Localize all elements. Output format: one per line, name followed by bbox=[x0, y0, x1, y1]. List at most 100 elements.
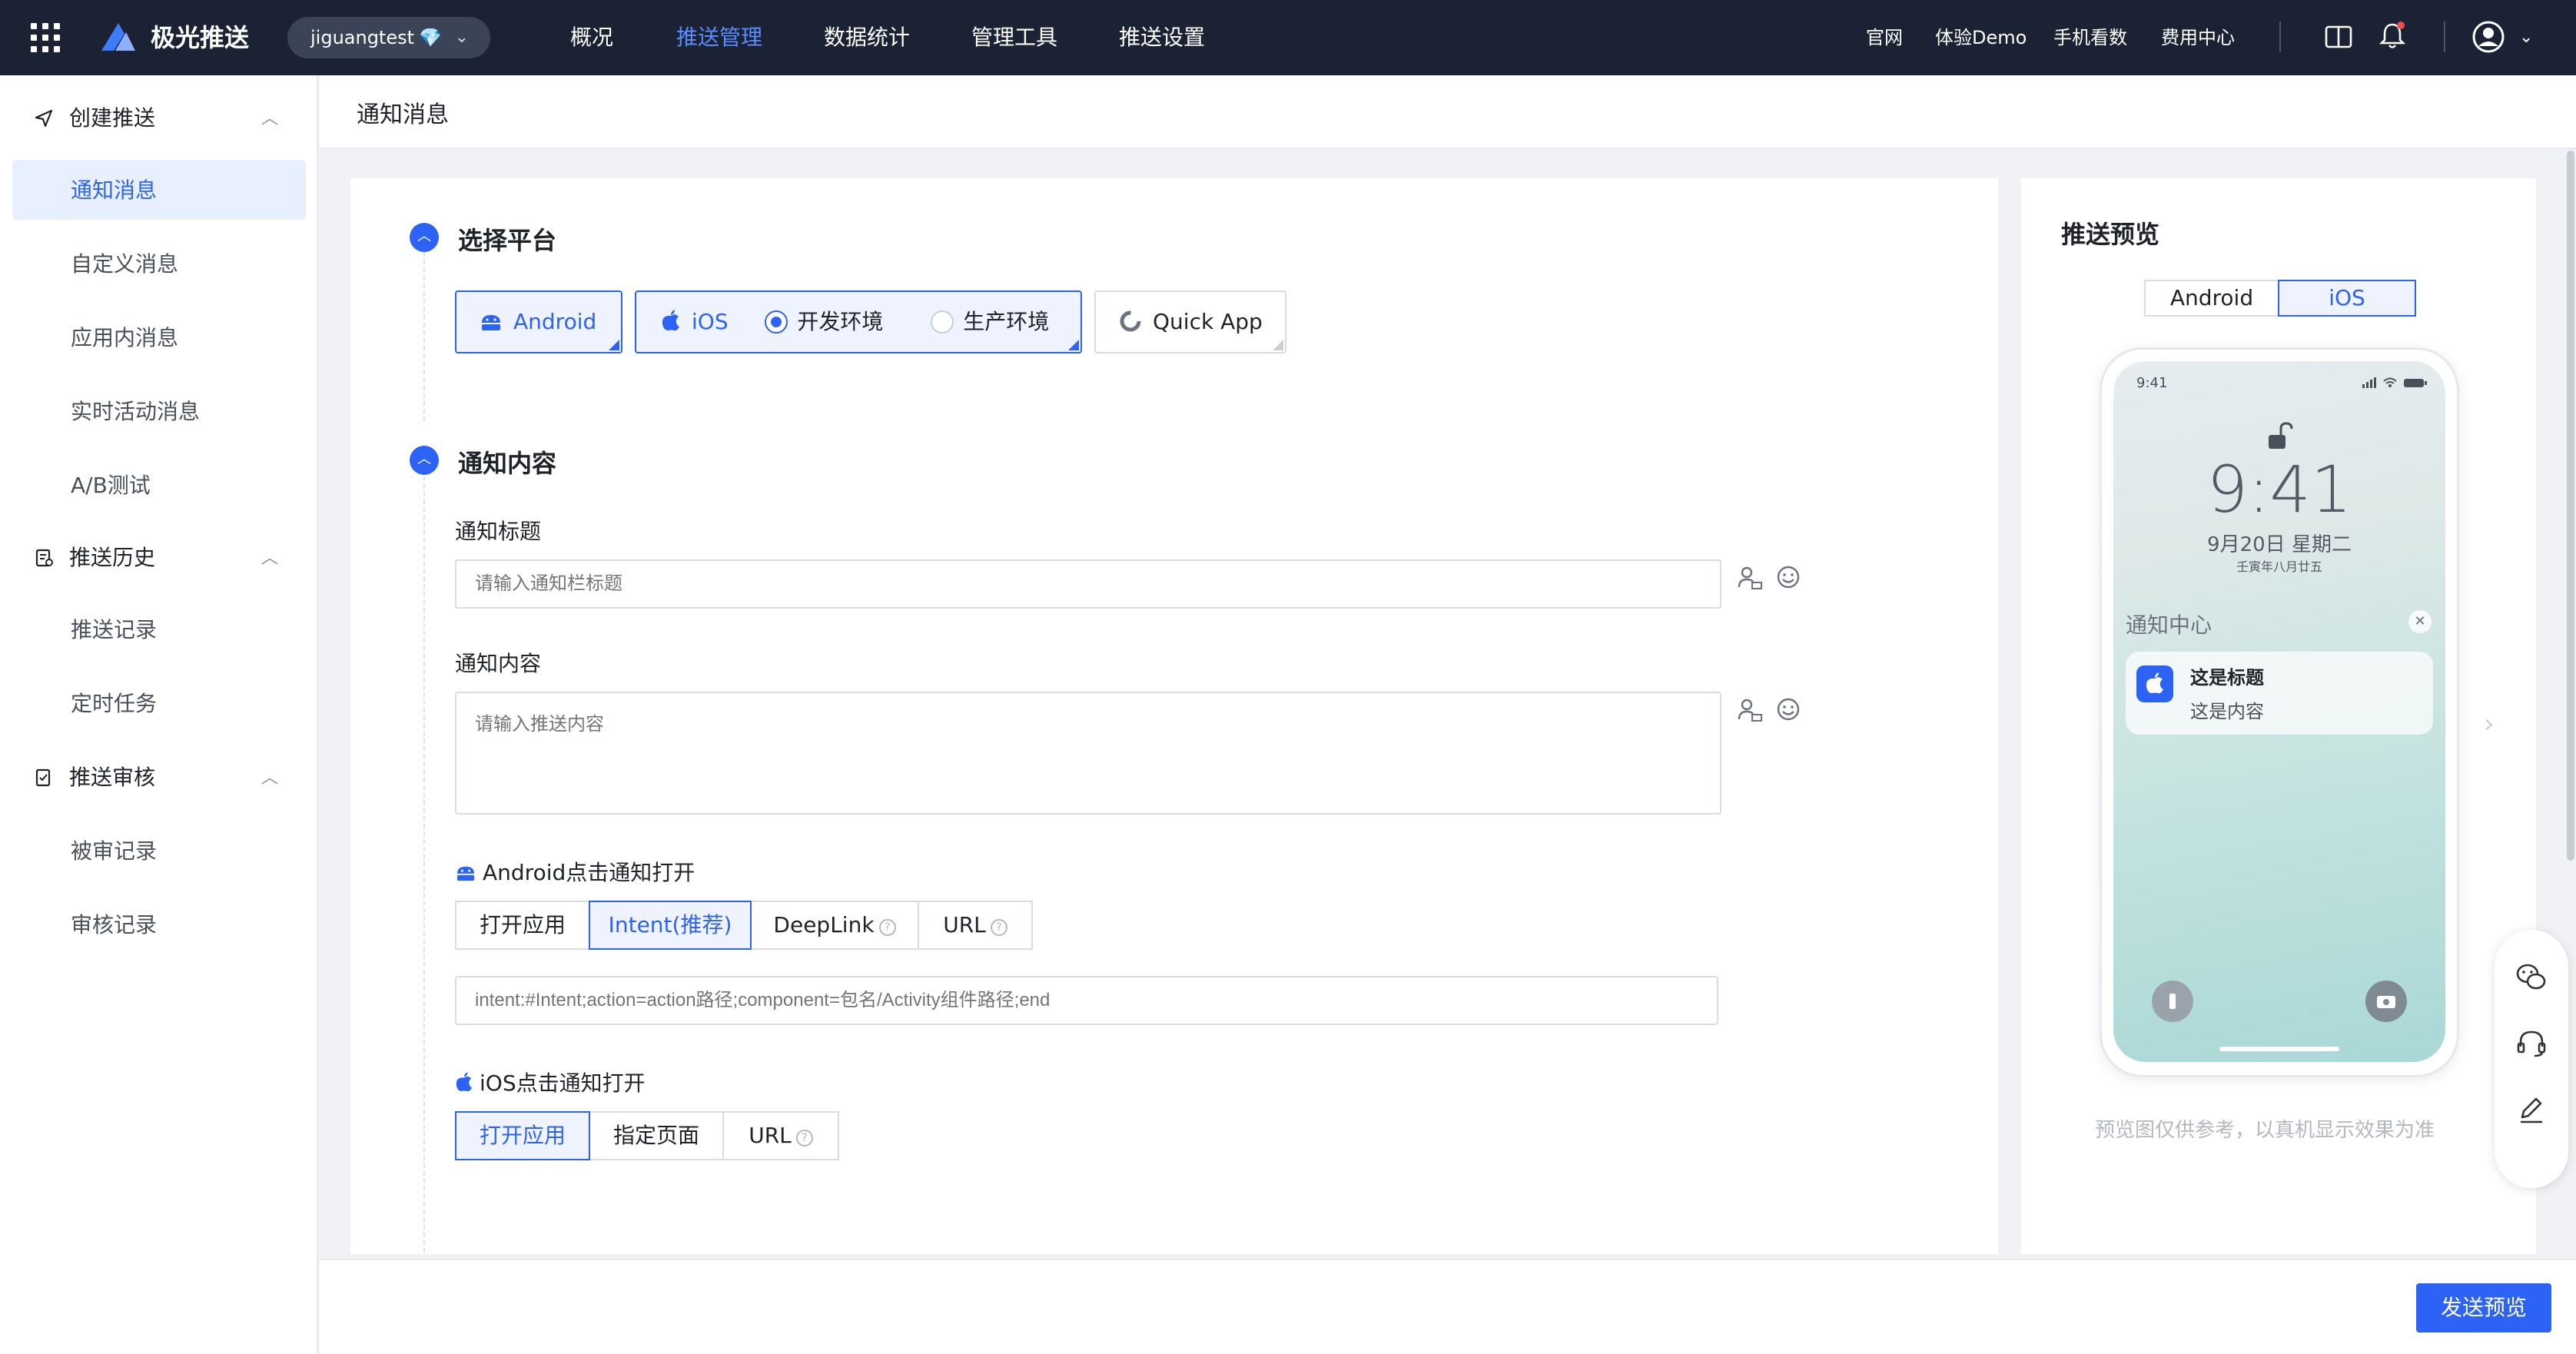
sidebar-item-push-records[interactable]: 推送记录 bbox=[71, 615, 157, 645]
notification-body-label: 通知内容 bbox=[455, 651, 542, 676]
insert-variable-icon[interactable] bbox=[1737, 696, 1763, 722]
nav-overview[interactable]: 概况 bbox=[570, 0, 613, 75]
page-title: 通知消息 bbox=[357, 101, 449, 128]
page-header bbox=[320, 75, 2576, 149]
link-mobile-view[interactable]: 手机看数 bbox=[2053, 0, 2127, 75]
notification-title: 这是标题 bbox=[2190, 667, 2264, 689]
section-connector bbox=[423, 252, 425, 421]
ios-option-specific-page[interactable]: 指定页面 bbox=[589, 1111, 724, 1160]
lock-date: 9月20日 星期二 bbox=[2207, 533, 2352, 556]
book-icon[interactable] bbox=[2324, 23, 2353, 51]
brand-logo[interactable] bbox=[98, 20, 138, 54]
android-option-open-app[interactable]: 打开应用 bbox=[455, 901, 590, 950]
ios-click-label: iOS点击通知打开 bbox=[455, 1067, 646, 1097]
sidebar-item-audit-records[interactable]: 审核记录 bbox=[71, 910, 157, 941]
section-connector bbox=[423, 476, 425, 1253]
chevron-right-icon[interactable]: › bbox=[2484, 709, 2495, 739]
radio-prod-env[interactable] bbox=[931, 310, 954, 334]
notification-title-label: 通知标题 bbox=[455, 519, 542, 544]
account-name: jiguangtest bbox=[310, 27, 415, 48]
platform-ios-button[interactable]: iOS 开发环境 生产环境 bbox=[635, 290, 1082, 353]
chevron-up-icon[interactable]: ︿ bbox=[261, 544, 278, 569]
help-icon[interactable]: ? bbox=[990, 919, 1007, 936]
close-icon[interactable]: ✕ bbox=[2408, 610, 2432, 633]
android-option-intent[interactable]: Intent(推荐) bbox=[589, 901, 752, 950]
brand-name[interactable]: 极光推送 bbox=[151, 0, 249, 75]
chevron-down-icon[interactable]: ⌄ bbox=[2519, 0, 2533, 75]
send-preview-button[interactable]: 发送预览 bbox=[2416, 1283, 2551, 1332]
sidebar-item-reviewed-records[interactable]: 被审记录 bbox=[71, 836, 157, 867]
radio-dev-env[interactable] bbox=[765, 310, 788, 334]
sidebar-group-label: 推送审核 bbox=[69, 765, 156, 790]
bell-icon[interactable] bbox=[2378, 20, 2407, 51]
link-billing[interactable]: 费用中心 bbox=[2161, 0, 2235, 75]
preview-tab-android[interactable]: Android bbox=[2144, 280, 2279, 317]
collapse-section-icon[interactable]: ︿ bbox=[410, 223, 439, 252]
wechat-icon[interactable] bbox=[2515, 961, 2548, 994]
preview-tab-ios[interactable]: iOS bbox=[2278, 280, 2416, 317]
nav-statistics[interactable]: 数据统计 bbox=[824, 0, 910, 75]
preview-title: 推送预览 bbox=[2061, 220, 2160, 249]
notification-body-textarea[interactable] bbox=[455, 692, 1721, 815]
chevron-up-icon[interactable]: ︿ bbox=[261, 764, 278, 788]
sidebar-item-ab-test[interactable]: A/B测试 bbox=[71, 470, 151, 501]
app-icon bbox=[2136, 665, 2173, 702]
android-icon bbox=[455, 862, 476, 881]
selected-corner-mark bbox=[609, 340, 619, 350]
vip-gem-icon: 💎 bbox=[419, 27, 442, 48]
feedback-edit-icon[interactable] bbox=[2515, 1093, 2548, 1127]
platform-android-button[interactable]: Android bbox=[455, 290, 622, 353]
ios-option-open-app[interactable]: 打开应用 bbox=[455, 1111, 590, 1160]
emoji-icon[interactable] bbox=[1775, 696, 1801, 722]
android-option-url[interactable]: URL? bbox=[918, 901, 1033, 950]
sidebar-group-push-history[interactable]: 推送历史 bbox=[34, 543, 155, 573]
unlock-icon bbox=[2269, 422, 2293, 449]
camera-icon[interactable] bbox=[2365, 981, 2407, 1022]
sidebar-group-create-push[interactable]: 创建推送 bbox=[34, 103, 155, 134]
env-dev-label: 开发环境 bbox=[797, 309, 884, 334]
scrollbar[interactable] bbox=[2567, 151, 2574, 861]
notification-body: 这是内容 bbox=[2190, 701, 2264, 722]
history-doc-icon bbox=[35, 549, 53, 567]
collapse-section-icon[interactable]: ︿ bbox=[410, 446, 439, 475]
user-avatar-icon[interactable] bbox=[2471, 20, 2505, 54]
platform-quickapp-button[interactable]: Quick App bbox=[1094, 290, 1286, 353]
platform-ios-label: iOS bbox=[692, 309, 729, 334]
nav-divider bbox=[2279, 22, 2281, 52]
customer-service-icon[interactable] bbox=[2515, 1027, 2548, 1060]
nav-push-management[interactable]: 推送管理 bbox=[676, 0, 762, 75]
sidebar-item-custom-message[interactable]: 自定义消息 bbox=[71, 249, 178, 280]
nav-divider bbox=[2444, 22, 2445, 52]
android-option-deeplink[interactable]: DeepLink? bbox=[750, 901, 919, 950]
preview-disclaimer: 预览图仅供参考，以真机显示效果为准 bbox=[2095, 1119, 2435, 1142]
sidebar-item-scheduled-tasks[interactable]: 定时任务 bbox=[71, 689, 157, 719]
help-icon[interactable]: ? bbox=[878, 919, 896, 936]
nav-tools[interactable]: 管理工具 bbox=[971, 0, 1057, 75]
notification-card: 这是标题 这是内容 bbox=[2126, 652, 2433, 735]
sidebar-item-notification[interactable]: 通知消息 bbox=[71, 175, 157, 206]
phone-lock-screen: 9:41 9:41 9月20日 星期二 壬寅年八月廿五 通知中心 ✕ 这是标题 … bbox=[2113, 361, 2445, 1062]
help-icon[interactable]: ? bbox=[795, 1130, 813, 1147]
link-demo[interactable]: 体验Demo bbox=[1935, 0, 2027, 75]
nav-push-settings[interactable]: 推送设置 bbox=[1119, 0, 1205, 75]
notification-title-input[interactable] bbox=[455, 559, 1721, 609]
flashlight-icon[interactable] bbox=[2152, 981, 2193, 1022]
android-click-label: Android点击通知打开 bbox=[455, 856, 695, 887]
send-icon bbox=[35, 109, 53, 128]
app-grid-icon[interactable] bbox=[31, 23, 60, 52]
sidebar-item-in-app-message[interactable]: 应用内消息 bbox=[71, 323, 178, 353]
env-prod-label: 生产环境 bbox=[963, 309, 1050, 334]
account-selector[interactable]: jiguangtest 💎 ⌄ bbox=[287, 17, 490, 58]
ios-option-url[interactable]: URL? bbox=[722, 1111, 839, 1160]
chevron-up-icon[interactable]: ︿ bbox=[261, 105, 278, 129]
sidebar-group-push-review[interactable]: 推送审核 bbox=[34, 762, 155, 793]
intent-input[interactable] bbox=[455, 976, 1718, 1025]
emoji-icon[interactable] bbox=[1775, 564, 1801, 590]
link-official-site[interactable]: 官网 bbox=[1866, 0, 1903, 75]
sidebar-group-label: 推送历史 bbox=[69, 545, 156, 570]
sidebar-group-label: 创建推送 bbox=[69, 105, 156, 131]
sidebar-item-live-activity[interactable]: 实时活动消息 bbox=[71, 397, 200, 427]
floating-help-bar bbox=[2495, 930, 2568, 1188]
status-time: 9:41 bbox=[2136, 375, 2168, 391]
insert-variable-icon[interactable] bbox=[1737, 564, 1763, 590]
